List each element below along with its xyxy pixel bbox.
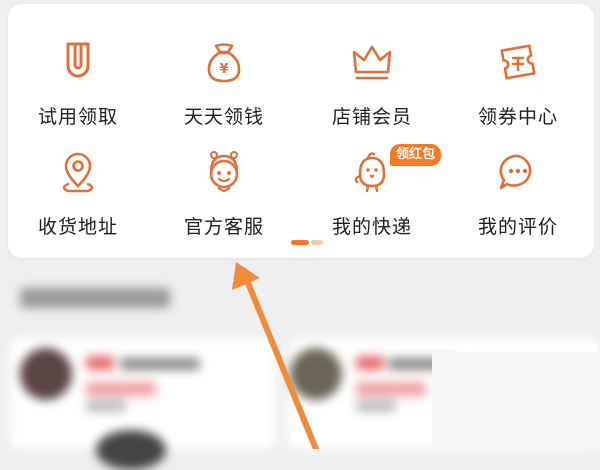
pointer-arrow-icon bbox=[232, 262, 319, 449]
